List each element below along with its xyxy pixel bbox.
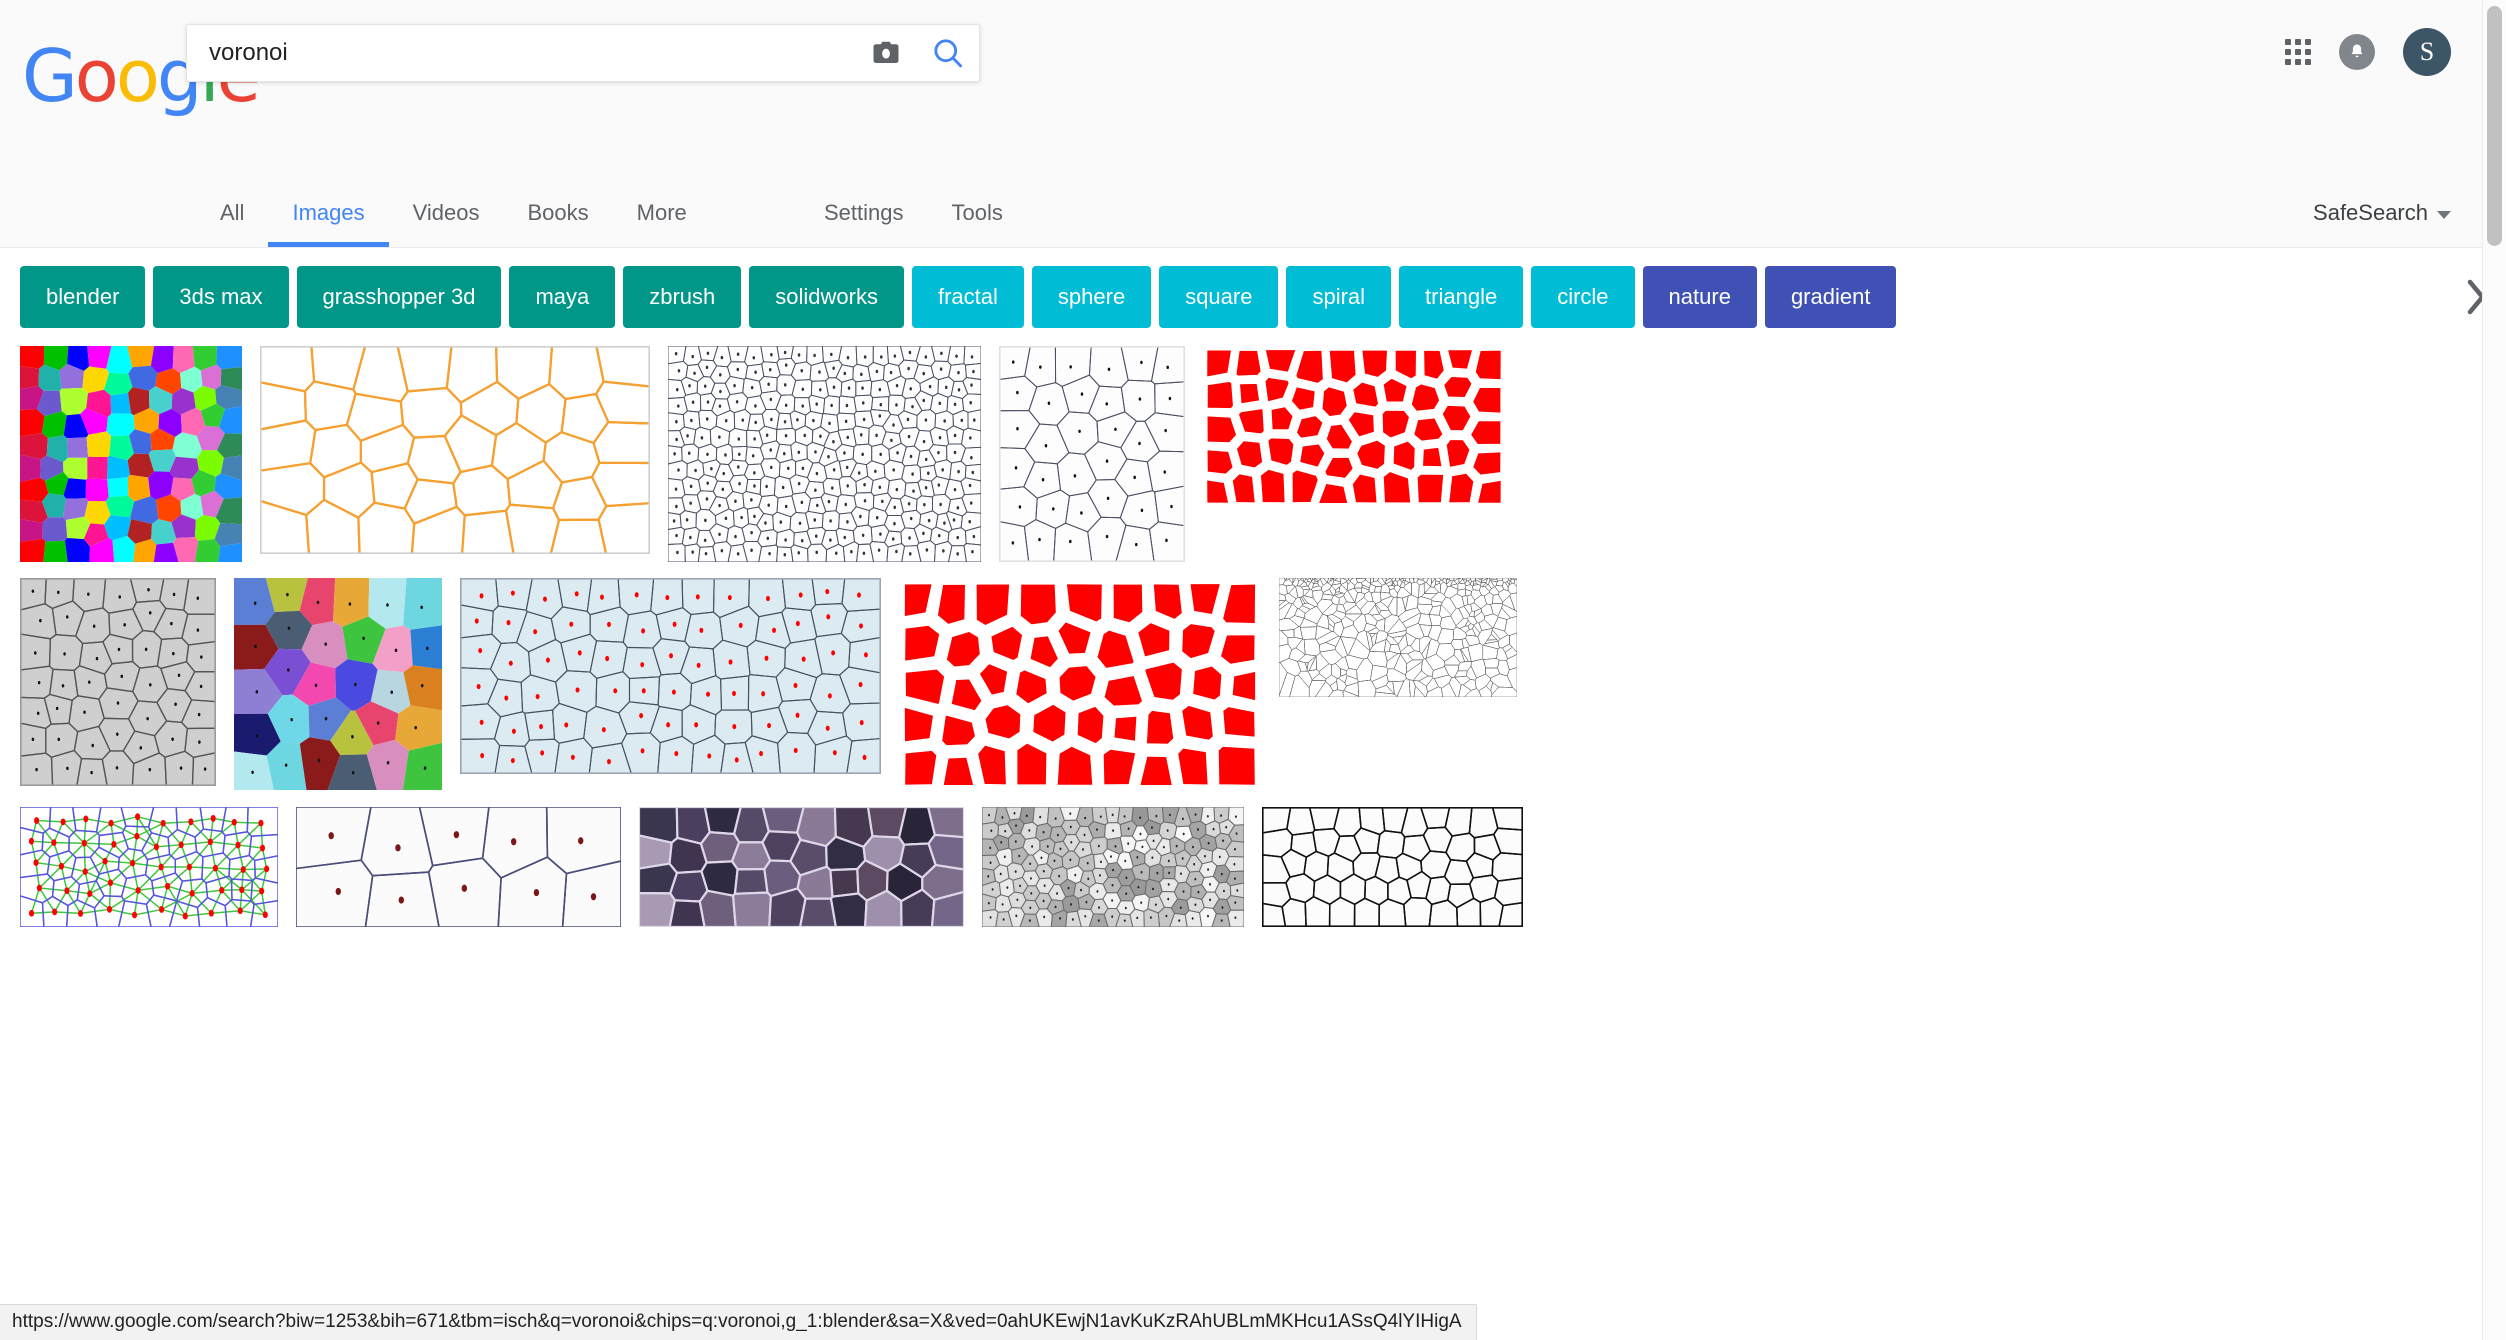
chips-row: blender 3ds max grasshopper 3d maya zbrush so… xyxy=(0,248,2506,346)
chip-nature[interactable]: nature xyxy=(1642,266,1757,328)
voronoi-color-regions-map[interactable] xyxy=(234,578,442,790)
voronoi-sparse-with-seeds[interactable] xyxy=(999,346,1185,562)
tab-videos[interactable]: Videos xyxy=(389,170,504,247)
camera-icon xyxy=(873,41,899,63)
tab-all[interactable]: All xyxy=(196,170,268,247)
voronoi-lightblue-red-points[interactable] xyxy=(460,578,881,774)
image-results-row xyxy=(20,807,2486,927)
chip-square[interactable]: square xyxy=(1159,266,1279,328)
chip-circle[interactable]: circle xyxy=(1531,266,1635,328)
voronoi-black-outline-cells[interactable] xyxy=(1262,807,1523,927)
bell-icon xyxy=(2351,44,2363,58)
search-input[interactable] xyxy=(187,39,855,67)
logo-letter-1: o xyxy=(74,34,119,118)
camera-search-button[interactable] xyxy=(855,25,917,81)
chip-spiral[interactable]: spiral xyxy=(1286,266,1392,328)
image-results-row xyxy=(20,346,2486,562)
nav-settings-button[interactable]: Settings xyxy=(800,170,928,247)
chip-fractal[interactable]: fractal xyxy=(911,266,1024,328)
scrollbar-thumb[interactable] xyxy=(2487,6,2502,246)
voronoi-dense-dark-mesh[interactable] xyxy=(668,346,981,562)
status-bar-url: https://www.google.com/search?biw=1253&b… xyxy=(0,1304,1477,1340)
notifications-button[interactable] xyxy=(2339,34,2375,70)
nav-tabs: All Images Videos Books More xyxy=(196,170,711,247)
voronoi-green-blue-delaunay[interactable] xyxy=(20,807,278,927)
search-submit-button[interactable] xyxy=(917,25,979,81)
tab-more[interactable]: More xyxy=(613,170,711,247)
tab-books[interactable]: Books xyxy=(503,170,612,247)
chip-triangle[interactable]: triangle xyxy=(1399,266,1524,328)
page-scrollbar[interactable] xyxy=(2482,0,2506,1340)
search-icon xyxy=(934,39,963,68)
voronoi-red-cells-large[interactable] xyxy=(899,578,1261,791)
image-results-row xyxy=(20,578,2486,791)
tab-images[interactable]: Images xyxy=(268,170,389,247)
page-header: Google S xyxy=(0,0,2506,170)
apps-grid-icon[interactable] xyxy=(2285,39,2311,65)
chip-solidworks[interactable]: solidworks xyxy=(749,266,904,328)
voronoi-grayscale-hexcells[interactable] xyxy=(982,807,1244,927)
chip-maya[interactable]: maya xyxy=(509,266,616,328)
voronoi-orange-edges[interactable] xyxy=(260,346,650,554)
chip-sphere[interactable]: sphere xyxy=(1031,266,1152,328)
voronoi-red-cells-wide[interactable] xyxy=(1203,346,1505,507)
voronoi-gray-with-points[interactable] xyxy=(20,578,216,786)
search-box[interactable] xyxy=(186,24,980,82)
logo-letter-0: G xyxy=(22,34,78,118)
logo-letter-2: o xyxy=(115,34,160,118)
chevron-down-icon xyxy=(2437,211,2451,219)
voronoi-density-gradient-mesh[interactable] xyxy=(1279,578,1517,697)
safesearch-label: SafeSearch xyxy=(2313,200,2428,225)
voronoi-few-cells-dark-dots[interactable] xyxy=(296,807,621,927)
chip-grasshopper-3d[interactable]: grasshopper 3d xyxy=(296,266,502,328)
voronoi-purple-dark-cells[interactable] xyxy=(639,807,964,927)
account-avatar[interactable]: S xyxy=(2403,28,2451,76)
nav-tools-button[interactable]: Tools xyxy=(928,170,1027,247)
chip-blender[interactable]: blender xyxy=(20,266,146,328)
nav-tools: Settings Tools xyxy=(800,170,1027,247)
header-right-controls: S xyxy=(2285,28,2451,76)
chip-gradient[interactable]: gradient xyxy=(1764,266,1897,328)
nav-bar: All Images Videos Books More Settings Tools S… xyxy=(0,170,2506,248)
chip-zbrush[interactable]: zbrush xyxy=(623,266,742,328)
safesearch-dropdown[interactable]: SafeSearch xyxy=(2313,200,2451,226)
related-searches-chips: blender 3ds max grasshopper 3d maya zbrush so… xyxy=(0,248,2506,346)
image-results-grid xyxy=(0,346,2506,1340)
voronoi-colorful-cells[interactable] xyxy=(20,346,242,562)
chip-3ds-max[interactable]: 3ds max xyxy=(153,266,289,328)
